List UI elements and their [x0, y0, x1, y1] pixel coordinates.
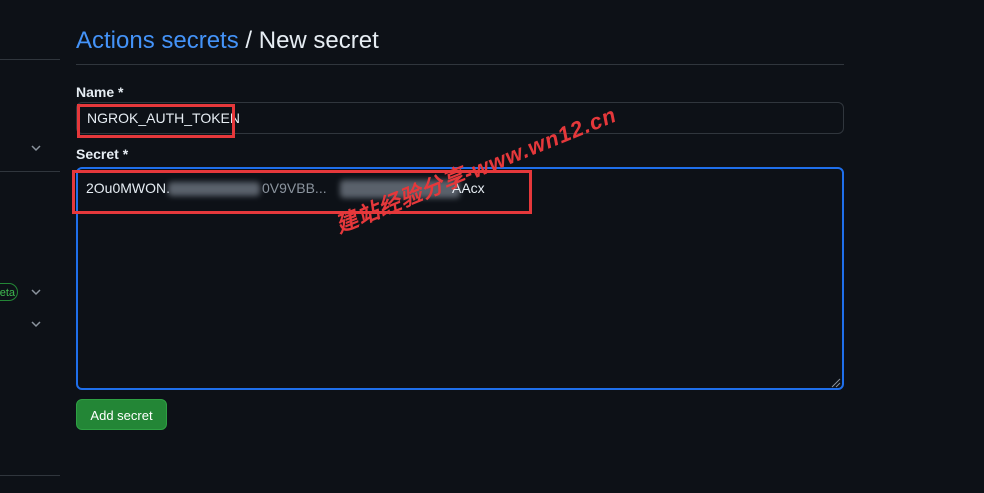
beta-badge: eta	[0, 283, 18, 301]
chevron-down-icon[interactable]	[30, 142, 42, 154]
sidebar: eta	[0, 0, 60, 493]
breadcrumb-actions-secrets-link[interactable]: Actions secrets	[76, 27, 239, 54]
name-label: Name *	[76, 84, 124, 100]
breadcrumb-separator: /	[245, 27, 253, 54]
page-title: Actions secrets / New secret	[76, 26, 379, 56]
sidebar-divider	[0, 475, 60, 476]
chevron-down-icon[interactable]	[30, 318, 42, 330]
chevron-down-icon[interactable]	[30, 286, 42, 298]
resize-handle-icon[interactable]	[829, 375, 841, 388]
breadcrumb-current: New secret	[258, 27, 379, 54]
annotation-highlight-name	[77, 104, 235, 138]
add-secret-button[interactable]: Add secret	[76, 399, 167, 430]
header-divider	[76, 64, 844, 65]
secret-label: Secret *	[76, 146, 129, 162]
sidebar-divider	[0, 171, 60, 172]
sidebar-divider	[0, 59, 60, 60]
